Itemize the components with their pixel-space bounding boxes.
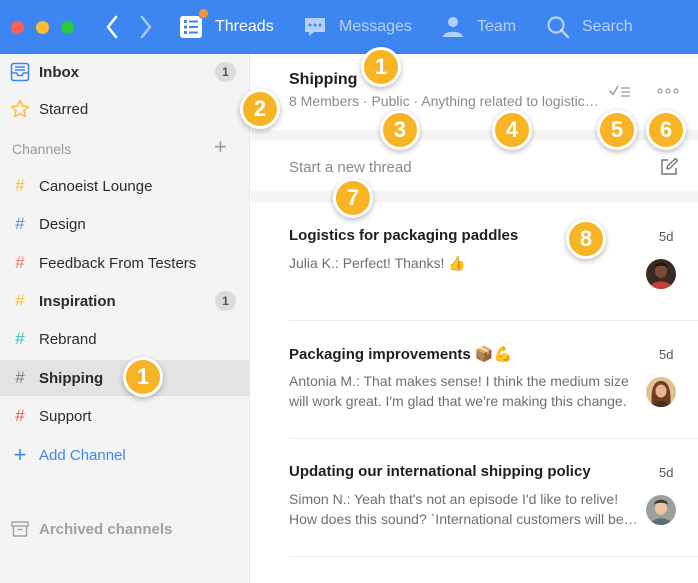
archive-icon (10, 519, 30, 539)
sidebar-item-label: Shipping (39, 369, 104, 387)
unread-badge: 1 (215, 291, 236, 311)
checklist-icon (609, 85, 630, 97)
sidebar-item-inbox[interactable]: Inbox 1 (0, 54, 249, 90)
forward-button[interactable] (134, 13, 158, 41)
sidebar-item-design[interactable]: # Design (0, 206, 249, 242)
compose-icon (661, 157, 679, 175)
thread-timestamp: 5d (659, 229, 674, 244)
star-icon (10, 99, 30, 119)
sidebar-item-canoeist-lounge[interactable]: # Canoeist Lounge (0, 168, 249, 204)
thread-title: Updating our international shipping poli… (289, 463, 591, 480)
callout-badge: 7 (333, 178, 373, 218)
tab-team[interactable]: Team (440, 0, 516, 54)
thread-preview: Simon N.: Yeah that's not an episode I'd… (289, 491, 624, 527)
archived-channels-button[interactable]: Archived channels (10, 519, 172, 539)
plus-icon: + (13, 442, 27, 467)
unread-badge: 1 (215, 62, 236, 82)
add-channel-plus-button[interactable]: + (214, 134, 227, 160)
sidebar-item-feedback-from-testers[interactable]: # Feedback From Testers (0, 245, 249, 281)
tab-team-label: Team (477, 18, 517, 35)
channel-title: Shipping (289, 71, 358, 88)
thread-timestamp: 5d (659, 465, 674, 480)
chevron-left-icon (106, 15, 118, 39)
tab-messages[interactable]: Messages (302, 0, 412, 54)
add-channel-button[interactable]: + Add Channel (0, 437, 249, 473)
thread-item-international-shipping[interactable]: Updating our international shipping poli… (251, 439, 698, 557)
notification-dot (198, 8, 209, 19)
sidebar-item-starred[interactable]: Starred (0, 91, 249, 127)
compose-button[interactable] (658, 156, 680, 178)
hashtag-icon: # (15, 176, 25, 195)
hashtag-icon: # (15, 291, 25, 310)
messages-icon (302, 14, 328, 40)
hashtag-icon: # (15, 368, 25, 387)
minimize-window-button[interactable] (36, 21, 49, 34)
sidebar-item-support[interactable]: # Support (0, 398, 249, 434)
threads-icon (178, 8, 209, 40)
more-options-button[interactable] (653, 80, 683, 102)
thread-preview: Antonia M.: That makes sense! I think th… (289, 373, 629, 409)
callout-badge: 8 (566, 219, 606, 259)
sidebar-item-label: Inspiration (39, 292, 116, 310)
new-thread-input[interactable]: Start a new thread (289, 159, 412, 176)
hashtag-icon: # (15, 214, 25, 233)
hashtag-icon: # (15, 253, 25, 272)
thread-timestamp: 5d (659, 347, 674, 362)
top-bar: Threads Messages Team Search (0, 0, 698, 54)
sidebar-item-inspiration[interactable]: # Inspiration 1 (0, 283, 249, 319)
more-icon (657, 88, 679, 94)
channel-meta: 8 Members · Public · Anything related to… (289, 93, 605, 109)
tab-messages-label: Messages (339, 18, 412, 35)
team-icon (440, 14, 466, 40)
thread-title: Logistics for packaging paddles (289, 227, 519, 244)
thread-emoji: 📦💪 (474, 346, 513, 363)
tab-search[interactable]: Search (545, 0, 633, 54)
archived-channels-label: Archived channels (39, 520, 173, 538)
callout-badge: 4 (492, 110, 532, 150)
thread-item-logistics[interactable]: Logistics for packaging paddles Julia K.… (251, 203, 698, 321)
channels-header: Channels (12, 141, 72, 157)
callout-badge: 5 (597, 110, 637, 150)
sidebar-item-label: Design (39, 215, 86, 233)
thread-title: Packaging improvements 📦💪 (289, 346, 513, 363)
callout-badge: 3 (380, 110, 420, 150)
tab-threads-label: Threads (215, 18, 274, 35)
avatar (646, 259, 676, 289)
hashtag-icon: # (15, 406, 25, 425)
search-icon (545, 14, 571, 40)
compose-separator (251, 191, 698, 203)
tab-search-label: Search (582, 18, 633, 35)
sidebar-item-label: Support (39, 407, 92, 425)
sidebar-item-label: Feedback From Testers (39, 254, 197, 272)
callout-badge: 2 (240, 89, 280, 129)
thread-divider (289, 556, 698, 557)
inbox-icon (10, 62, 30, 82)
close-window-button[interactable] (11, 21, 24, 34)
chevron-right-icon (140, 15, 152, 39)
zoom-window-button[interactable] (61, 21, 74, 34)
tab-threads[interactable]: Threads (178, 0, 274, 54)
callout-badge: 1 (361, 47, 401, 87)
avatar (646, 377, 676, 407)
avatar (646, 495, 676, 525)
sidebar-item-label: Starred (39, 100, 89, 118)
thread-item-packaging-improvements[interactable]: Packaging improvements 📦💪 Antonia M.: Th… (251, 321, 698, 439)
sidebar: Inbox 1 Starred Channels + # Canoeist Lo… (0, 54, 250, 583)
back-button[interactable] (100, 13, 124, 41)
callout-badge: 6 (646, 110, 686, 150)
sidebar-item-label: Inbox (39, 63, 79, 81)
mark-all-read-button[interactable] (605, 80, 635, 102)
callout-badge: 1 (123, 357, 163, 397)
hashtag-icon: # (15, 329, 25, 348)
sidebar-item-label: Canoeist Lounge (39, 177, 153, 195)
sidebar-item-rebrand[interactable]: # Rebrand (0, 321, 249, 357)
add-channel-label: Add Channel (39, 446, 126, 464)
sidebar-item-label: Rebrand (39, 330, 97, 348)
